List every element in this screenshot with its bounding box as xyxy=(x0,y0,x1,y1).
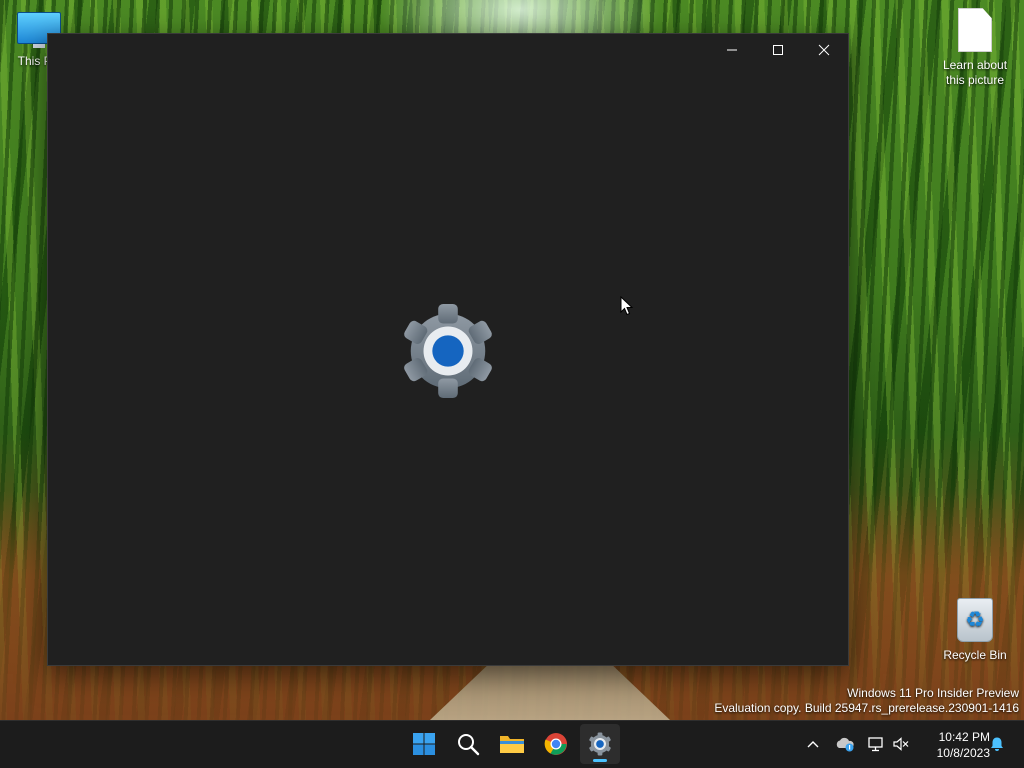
network-tray-button[interactable] xyxy=(865,733,887,755)
desktop-icon-label: Recycle Bin xyxy=(943,648,1007,662)
taskbar: 10:42 PM 10/8/2023 xyxy=(0,720,1024,768)
desktop-icon-label: Learn about this picture xyxy=(942,58,1008,87)
onedrive-tray-button[interactable] xyxy=(834,733,856,755)
settings-window[interactable] xyxy=(47,33,849,666)
document-icon xyxy=(958,8,992,52)
volume-muted-icon xyxy=(893,737,909,751)
search-icon xyxy=(458,734,480,756)
start-button[interactable] xyxy=(404,724,444,764)
chrome-button[interactable] xyxy=(536,724,576,764)
watermark-edition: Windows 11 Pro Insider Preview xyxy=(847,686,1019,700)
show-hidden-icons-button[interactable] xyxy=(802,733,824,755)
chrome-icon xyxy=(544,733,567,755)
active-app-indicator xyxy=(593,759,607,762)
clock-date: 10/8/2023 xyxy=(936,746,990,760)
network-icon xyxy=(868,737,883,752)
desktop-icon-learn-about-picture[interactable]: Learn about this picture xyxy=(936,8,1014,88)
recycle-bin-icon: ♻ xyxy=(957,598,993,642)
folder-icon xyxy=(500,736,524,753)
minimize-icon xyxy=(727,49,737,50)
mouse-cursor-icon xyxy=(620,296,634,316)
bell-icon xyxy=(991,737,1003,751)
search-button[interactable] xyxy=(448,724,488,764)
settings-gear-icon xyxy=(404,303,492,399)
close-icon xyxy=(818,44,830,55)
windows-logo-icon xyxy=(413,733,435,755)
desktop-icon-recycle-bin[interactable]: ♻ Recycle Bin xyxy=(936,598,1014,663)
minimize-button[interactable] xyxy=(709,34,755,65)
clock-time: 10:42 PM xyxy=(938,730,990,744)
chevron-up-icon xyxy=(807,741,819,748)
notifications-button[interactable] xyxy=(986,733,1008,755)
volume-tray-button[interactable] xyxy=(890,733,912,755)
settings-gear-icon xyxy=(589,732,611,756)
close-button[interactable] xyxy=(801,34,847,65)
onedrive-icon xyxy=(836,737,854,752)
settings-taskbar-button[interactable] xyxy=(580,724,620,764)
watermark-build: Evaluation copy. Build 25947.rs_prerelea… xyxy=(714,701,1019,715)
maximize-button[interactable] xyxy=(755,34,801,65)
clock-button[interactable]: 10:42 PM 10/8/2023 xyxy=(920,729,990,761)
file-explorer-button[interactable] xyxy=(492,724,532,764)
maximize-icon xyxy=(773,44,783,55)
